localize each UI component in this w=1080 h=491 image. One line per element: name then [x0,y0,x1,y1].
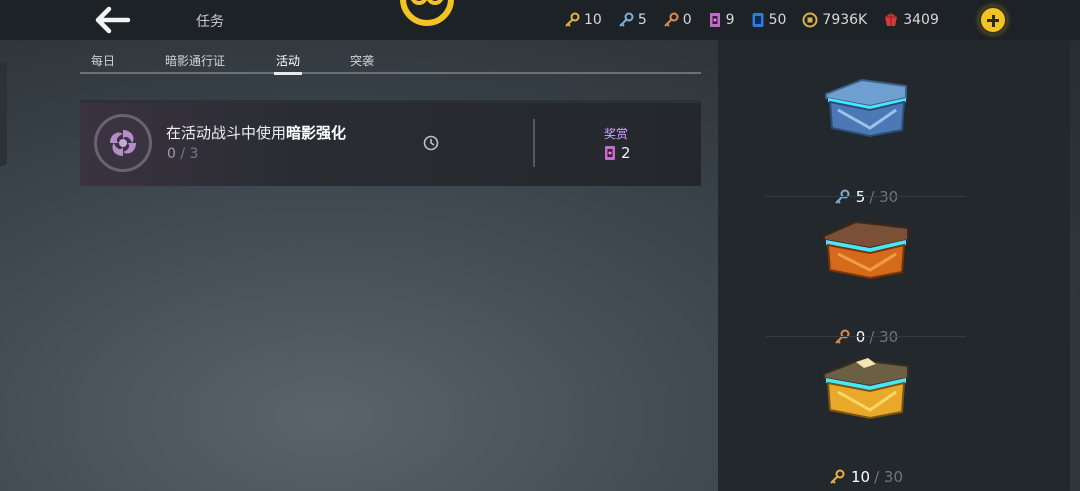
chest-bronze-max: / 30 [869,328,899,346]
gold-coin-count: 7936K [822,12,868,28]
purple-ticket-count: 9 [725,12,735,28]
shadow-swirl-icon [94,114,152,172]
red-gem-icon [885,13,898,26]
bronze-chest-icon [823,220,909,280]
gold-chest-icon [823,358,909,420]
add-currency-button[interactable] [979,6,1007,34]
resource-purple-ticket[interactable]: 9 [708,9,735,31]
chest-blue[interactable]: 5 / 30 [766,74,966,214]
clock-icon [423,135,439,151]
task-progress-total: 3 [189,146,199,162]
bronze-key-icon [835,329,850,344]
gold-key-count: 10 [584,12,602,28]
resource-gold-key[interactable]: 10 [564,9,602,31]
page-title: 任务 [196,14,224,30]
chest-blue-current: 5 [855,188,866,206]
side-drawer-handle[interactable] [0,62,7,166]
task-divider [533,119,535,167]
purple-ticket-icon [605,146,615,160]
blue-key-icon [835,189,850,204]
gold-coin-icon [802,12,818,28]
task-text-highlight: 暗影强化 [286,124,347,142]
blue-key-count: 5 [637,12,647,28]
chest-blue-max: / 30 [869,188,899,206]
chest-separator [766,196,966,197]
bronze-key-icon [664,12,679,27]
gold-key-icon [830,469,845,484]
chest-separator [766,336,966,337]
resource-gold-coin[interactable]: 7936K [802,9,867,31]
task-description: 在活动战斗中使用暗影强化 [166,122,346,143]
blue-card-count: 50 [768,12,787,28]
reward-value: 2 [604,144,631,162]
tab-event[interactable]: 活动 [273,52,303,75]
chest-gold-current: 10 [850,468,871,486]
reward-amount: 2 [621,144,631,162]
resource-bar: 10 5 0 9 50 7936K 3409 [564,9,955,31]
chest-bronze-current: 0 [855,328,866,346]
chest-gold-count: 10 / 30 [766,468,966,486]
tab-shadow-pass[interactable]: 暗影通行证 [165,52,225,69]
red-gem-count: 3409 [903,12,939,28]
resource-bronze-key[interactable]: 0 [663,9,692,31]
resource-blue-card[interactable]: 50 [751,9,787,31]
tab-daily[interactable]: 每日 [91,52,115,69]
gold-key-icon [565,12,580,27]
task-progress: 0 / 3 [167,146,198,162]
chest-blue-count: 5 / 30 [766,188,966,206]
task-progress-current: 0 [167,146,176,162]
chest-bronze-count: 0 / 30 [766,328,966,346]
game-logo-icon [400,0,454,26]
bronze-key-count: 0 [682,12,692,28]
back-arrow-icon [95,6,131,34]
task-tabs: 每日 暗影通行证 活动 突袭 [80,40,701,75]
resource-red-gem[interactable]: 3409 [883,9,939,31]
task-progress-separator: / [175,146,190,162]
purple-ticket-icon [709,13,720,27]
task-text-prefix: 在活动战斗中使用 [166,124,287,142]
chest-gold-max: / 30 [874,468,903,486]
reward-label: 奖赏 [604,127,629,141]
resource-blue-key[interactable]: 5 [618,9,647,31]
blue-card-icon [752,13,764,27]
blue-key-icon [619,12,634,27]
chest-bronze[interactable]: 0 / 30 [766,214,966,354]
chest-panel: 5 / 30 0 / 30 10 / 30 [718,40,1070,491]
task-card[interactable]: 在活动战斗中使用暗影强化 0 / 3 奖赏 2 [80,100,701,186]
blue-chest-icon [825,78,907,138]
back-button[interactable] [92,4,136,36]
chest-gold[interactable]: 10 / 30 [766,354,966,491]
tab-raid[interactable]: 突袭 [350,52,374,69]
